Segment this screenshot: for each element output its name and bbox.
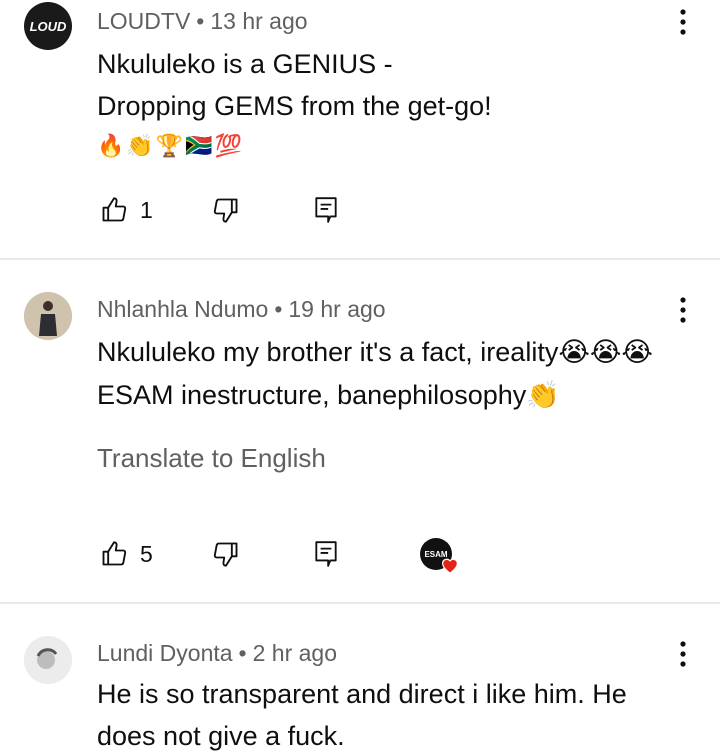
meta-separator: •: [274, 296, 283, 322]
translate-link[interactable]: Translate to English: [97, 443, 326, 474]
timestamp: 19 hr ago: [288, 296, 386, 322]
comment-emoji-line: 🔥👏🏆🇿🇦💯: [97, 133, 244, 158]
comment-text-line-2: ESAM inestructure, banephilosophy👏: [97, 380, 560, 410]
avatar[interactable]: [24, 292, 72, 340]
avatar[interactable]: LOUD: [24, 2, 72, 50]
heart-icon: [442, 558, 458, 574]
person-photo-icon: [24, 292, 72, 340]
more-options-button[interactable]: [668, 634, 698, 674]
dislike-button[interactable]: [212, 540, 240, 568]
more-vert-icon: [680, 297, 686, 323]
more-vert-icon: [680, 641, 686, 667]
creator-heart-badge: ESAM: [420, 538, 458, 574]
thumbs-up-icon: [102, 541, 127, 566]
comment-text-line-1: Nkululeko my brother it's a fact, ireali…: [97, 337, 653, 367]
comment-meta: LOUDTV • 13 hr ago: [97, 8, 308, 35]
timestamp: 2 hr ago: [252, 640, 338, 666]
reply-button[interactable]: [313, 540, 339, 568]
person-photo-icon: [24, 636, 72, 684]
author-name[interactable]: Nhlanhla Ndumo: [97, 296, 268, 322]
meta-separator: •: [238, 640, 247, 666]
like-count: 1: [140, 196, 153, 223]
avatar-logo-text: LOUD: [29, 18, 67, 34]
comment-meta: Lundi Dyonta • 2 hr ago: [97, 640, 337, 667]
comment-text-line-2: Dropping GEMS from the get-go!: [97, 91, 492, 121]
thumbs-down-icon: [213, 542, 238, 567]
more-vert-icon: [680, 9, 686, 35]
timestamp: 13 hr ago: [210, 8, 308, 34]
comment-text-line-2: does not give a fuck.: [97, 721, 345, 751]
meta-separator: •: [196, 8, 205, 34]
reply-comment-icon: [315, 197, 337, 223]
reply-button[interactable]: [313, 196, 339, 224]
thumbs-up-icon: [102, 197, 127, 222]
comment-nhlanhla: Nhlanhla Ndumo • 19 hr ago Nkululeko my br…: [0, 260, 720, 602]
comment-text-line-1: Nkululeko is a GENIUS -: [97, 49, 393, 79]
reply-comment-icon: [315, 541, 337, 567]
comment-text-line-1: He is so transparent and direct i like h…: [97, 679, 627, 709]
comment-meta: Nhlanhla Ndumo • 19 hr ago: [97, 296, 386, 323]
comment-loudtv: LOUD LOUDTV • 13 hr ago Nkululeko is a GEN…: [0, 0, 720, 258]
thumbs-down-icon: [213, 198, 238, 223]
comment-lundi: Lundi Dyonta • 2 hr ago He is so transpare…: [0, 604, 720, 751]
like-count: 5: [140, 540, 153, 567]
dislike-button[interactable]: [212, 196, 240, 224]
like-button[interactable]: 5: [100, 540, 153, 568]
author-name[interactable]: Lundi Dyonta: [97, 640, 233, 666]
avatar[interactable]: [24, 636, 72, 684]
like-button[interactable]: 1: [100, 196, 153, 224]
author-name[interactable]: LOUDTV: [97, 8, 190, 34]
more-options-button[interactable]: [668, 290, 698, 330]
more-options-button[interactable]: [668, 2, 698, 42]
